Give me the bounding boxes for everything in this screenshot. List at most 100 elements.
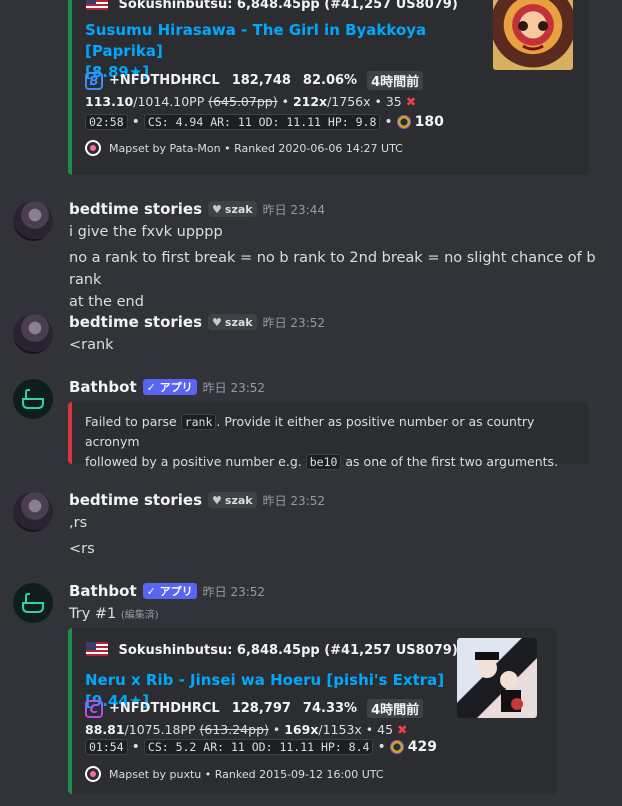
timestamp: 昨日 23:52 — [262, 315, 326, 330]
avatar[interactable] — [13, 492, 53, 532]
bathtub-icon — [22, 389, 44, 409]
object-count: 429 — [407, 739, 437, 755]
heart-icon: ♥ — [212, 202, 222, 216]
osu-circle-icon — [389, 740, 404, 754]
pp-fc: (613.24pp) — [199, 722, 269, 737]
message-text: ,rs — [69, 515, 88, 531]
map-stats-line: 02:58 • CS: 4.94 AR: 11 OD: 11.11 HP: 9.… — [85, 114, 444, 130]
mod-grade-icon: B — [85, 71, 103, 90]
map-attrs: CS: 4.94 AR: 11 OD: 11.11 HP: 9.8 — [143, 114, 381, 130]
pp: 113.10 — [85, 94, 134, 109]
pp-line: 88.81/1075.18PP (613.24pp) • 169x/1153x … — [85, 722, 408, 737]
error-text-part: as one of the first two arguments. — [341, 454, 559, 469]
edited-label: (編集済) — [120, 610, 159, 621]
combo-max: /1153x — [318, 722, 362, 737]
embed-footer: Mapset by puxtu • Ranked 2015-09-12 16:0… — [85, 766, 384, 782]
guild-tag[interactable]: ♥ szak — [208, 201, 257, 217]
beatmap-thumbnail[interactable] — [493, 0, 573, 70]
guild-tag[interactable]: ♥ szak — [208, 314, 257, 330]
embed-footer: Mapset by Pata-Mon • Ranked 2020-06-06 1… — [85, 140, 403, 156]
message-text: <rank — [69, 337, 114, 353]
combo: 169x — [284, 722, 319, 737]
map-length: 02:58 — [85, 114, 128, 130]
message-text-line: at the end — [69, 294, 144, 310]
tag-text: szak — [224, 202, 253, 216]
accuracy: 82.06% — [302, 73, 358, 88]
tag-text: szak — [224, 493, 253, 507]
mod-grade-icon: C — [85, 699, 103, 718]
mods: +NFDTHDHRCL — [109, 701, 220, 716]
x-miss-icon: ✖ — [397, 722, 408, 737]
osu-circle-icon — [396, 115, 411, 129]
score: 128,797 — [231, 701, 291, 716]
score-embed-1: Sokushinbutsu: 6,848.45pp (#41,257 US807… — [68, 0, 589, 175]
player-line: Sokushinbutsu: 6,848.45pp (#41,257 US807… — [118, 643, 458, 658]
pp-max: /1075.18PP — [124, 722, 196, 737]
pp-max: /1014.10PP — [133, 94, 205, 109]
paprika-art-icon — [518, 21, 548, 51]
inline-code: be10 — [305, 454, 342, 470]
author-name[interactable]: Bathbot — [69, 378, 137, 396]
bot-avatar[interactable] — [13, 583, 53, 623]
osu-logo-icon — [85, 766, 101, 782]
avatar[interactable] — [13, 314, 53, 354]
timestamp: 昨日 23:52 — [202, 584, 266, 599]
player-line: Sokushinbutsu: 6,848.45pp (#41,257 US807… — [118, 0, 458, 12]
embed-author: Sokushinbutsu: 6,848.45pp (#41,257 US807… — [86, 642, 458, 658]
score-embed-2: Sokushinbutsu: 6,848.45pp (#41,257 US807… — [68, 628, 557, 794]
message-header: bedtime stories ♥ szak 昨日 23:44 — [69, 200, 325, 218]
app-badge: ✓ アプリ — [142, 379, 197, 395]
jinsei-art-icon — [475, 652, 523, 712]
message-text: no a rank to first break = no b rank to … — [69, 247, 614, 313]
title-text[interactable]: Susumu Hirasawa - The Girl in Byakkoya [… — [85, 21, 426, 60]
us-flag-icon — [86, 642, 108, 656]
message-header: Bathbot ✓ アプリ 昨日 23:52 — [69, 378, 265, 396]
tag-text: szak — [224, 315, 253, 329]
mapset-info: Mapset by puxtu • Ranked 2015-09-12 16:0… — [109, 767, 384, 781]
map-attrs: CS: 5.2 AR: 11 OD: 11.11 HP: 8.4 — [143, 739, 374, 755]
bathtub-icon — [22, 593, 44, 613]
error-text: Failed to parse rank. Provide it either … — [85, 412, 575, 472]
author-name[interactable]: bedtime stories — [69, 313, 202, 331]
combo: 212x — [292, 94, 328, 109]
accuracy: 74.33% — [302, 701, 358, 716]
message-text-line: no a rank to first break = no b rank to … — [69, 250, 596, 288]
pp-fc: (645.07pp) — [208, 94, 278, 109]
bot-avatar[interactable] — [13, 379, 53, 419]
us-flag-icon — [86, 0, 108, 10]
message-text: i give the fxvk upppp — [69, 224, 223, 240]
score-line: B +NFDTHDHRCL 182,748 82.06% 4時間前 — [85, 71, 424, 90]
author-name[interactable]: bedtime stories — [69, 491, 202, 509]
combo-max: /1756x — [327, 94, 371, 109]
map-length: 01:54 — [85, 739, 128, 755]
x-miss-icon: ✖ — [405, 94, 417, 109]
score-line: C +NFDTHDHRCL 128,797 74.33% 4時間前 — [85, 699, 424, 718]
map-stats-line: 01:54 • CS: 5.2 AR: 11 OD: 11.11 HP: 8.4… — [85, 739, 437, 755]
message-header: Bathbot ✓ アプリ 昨日 23:52 — [69, 582, 265, 600]
author-name[interactable]: bedtime stories — [69, 200, 202, 218]
message-text: <rs — [69, 541, 95, 557]
object-count: 180 — [414, 114, 444, 130]
error-embed: Failed to parse rank. Provide it either … — [68, 402, 589, 470]
heart-icon: ♥ — [212, 493, 222, 507]
heart-icon: ♥ — [212, 315, 222, 329]
app-badge: ✓ アプリ — [142, 583, 197, 599]
beatmap-thumbnail[interactable] — [457, 638, 537, 718]
guild-tag[interactable]: ♥ szak — [208, 492, 257, 508]
score: 182,748 — [231, 73, 291, 88]
message-text: Try #1 (編集済) — [69, 603, 159, 627]
author-name[interactable]: Bathbot — [69, 582, 137, 600]
pp: 88.81 — [85, 722, 125, 737]
pp-line: 113.10/1014.10PP (645.07pp) • 212x/1756x… — [85, 94, 417, 109]
message-header: bedtime stories ♥ szak 昨日 23:52 — [69, 491, 325, 509]
error-text-part: Failed to parse — [85, 414, 181, 429]
timestamp: 昨日 23:52 — [202, 380, 266, 395]
misses: 45 — [377, 722, 394, 737]
mapset-info: Mapset by Pata-Mon • Ranked 2020-06-06 1… — [109, 141, 403, 155]
avatar[interactable] — [13, 201, 53, 241]
inline-code: rank — [180, 414, 217, 430]
embed-author: Sokushinbutsu: 6,848.45pp (#41,257 US807… — [86, 0, 458, 12]
time-ago: 4時間前 — [367, 71, 424, 90]
mods: +NFDTHDHRCL — [109, 73, 220, 88]
misses: 35 — [385, 94, 402, 109]
